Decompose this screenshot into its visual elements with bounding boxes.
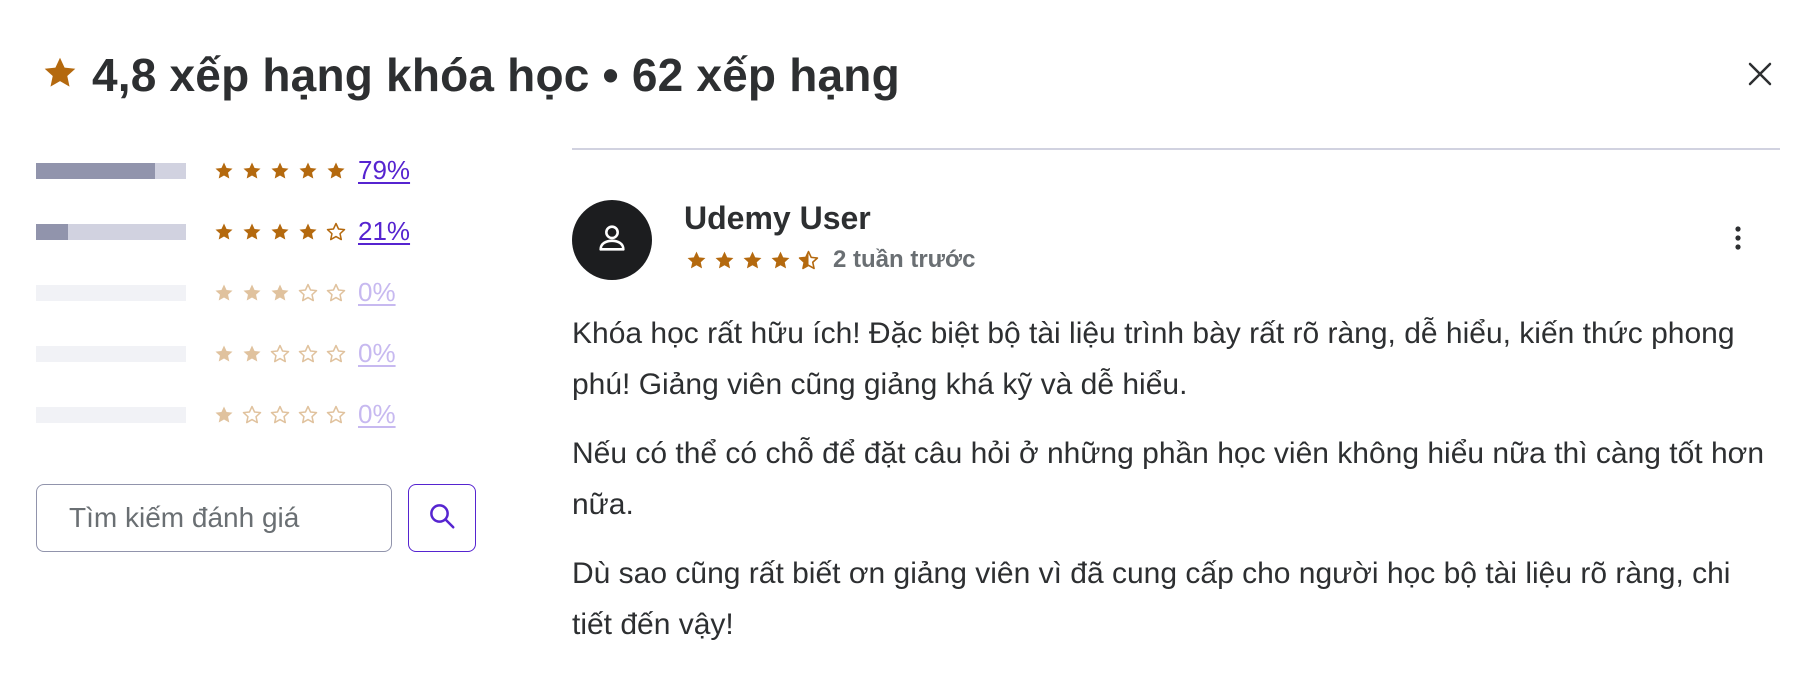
review-star-rating xyxy=(686,250,819,271)
reviews-modal: 4,8 xếp hạng khóa học • 62 xếp hạng 79% … xyxy=(0,0,1806,682)
search-icon xyxy=(427,501,457,536)
review-search xyxy=(36,484,476,552)
star-filled-icon xyxy=(270,222,290,242)
star-filled-icon xyxy=(242,344,262,364)
more-options-button[interactable] xyxy=(1718,220,1758,260)
reviewer-name: Udemy User xyxy=(684,200,871,236)
review-body: Khóa học rất hữu ích! Đặc biệt bộ tài li… xyxy=(572,308,1772,668)
close-icon xyxy=(1745,59,1775,94)
star-rating xyxy=(214,222,346,242)
star-outline-icon xyxy=(326,344,346,364)
rating-percent-link[interactable]: 79% xyxy=(358,155,410,186)
star-outline-icon xyxy=(298,283,318,303)
review-paragraph: Dù sao cũng rất biết ơn giảng viên vì đã… xyxy=(572,557,1731,641)
rating-bar xyxy=(36,406,186,423)
star-filled-icon xyxy=(242,283,262,303)
star-outline-icon xyxy=(270,344,290,364)
rating-bar xyxy=(36,345,186,362)
star-rating xyxy=(214,283,346,303)
star-filled-icon xyxy=(214,222,234,242)
star-filled-icon xyxy=(742,250,763,271)
star-outline-icon xyxy=(326,405,346,425)
rating-percent-link[interactable]: 0% xyxy=(358,277,396,308)
close-button[interactable] xyxy=(1740,56,1780,96)
star-filled-icon xyxy=(214,161,234,181)
modal-title: 4,8 xếp hạng khóa học • 62 xếp hạng xyxy=(92,49,900,101)
star-outline-icon xyxy=(242,405,262,425)
user-icon xyxy=(595,221,629,260)
rating-bar-fill xyxy=(36,223,68,240)
rating-row-5[interactable]: 79% xyxy=(36,140,496,201)
star-filled-icon xyxy=(326,161,346,181)
star-filled-icon xyxy=(270,283,290,303)
rating-row-2[interactable]: 0% xyxy=(36,323,496,384)
rating-percent-link[interactable]: 0% xyxy=(358,399,396,430)
review-paragraph: Khóa học rất hữu ích! Đặc biệt bộ tài li… xyxy=(572,317,1735,401)
review-meta: 2 tuần trước xyxy=(686,246,975,274)
search-button[interactable] xyxy=(408,484,476,552)
rating-row-1[interactable]: 0% xyxy=(36,384,496,445)
star-filled-icon xyxy=(270,161,290,181)
star-filled-icon xyxy=(214,405,234,425)
rating-row-3[interactable]: 0% xyxy=(36,262,496,323)
more-vertical-icon xyxy=(1734,225,1742,256)
star-outline-icon xyxy=(298,405,318,425)
review-list: Udemy User 2 tuần trước Khóa học rất hữu… xyxy=(572,148,1780,641)
rating-bar xyxy=(36,223,186,240)
star-filled-icon xyxy=(214,344,234,364)
rating-bar-fill xyxy=(36,162,155,179)
avatar xyxy=(572,200,652,280)
star-icon xyxy=(42,55,92,96)
star-outline-icon xyxy=(298,344,318,364)
star-filled-icon xyxy=(214,283,234,303)
star-half-icon xyxy=(798,250,819,271)
rating-percent-link[interactable]: 21% xyxy=(358,216,410,247)
star-rating xyxy=(214,405,346,425)
search-input[interactable] xyxy=(36,484,392,552)
star-rating xyxy=(214,344,346,364)
star-outline-icon xyxy=(326,283,346,303)
star-filled-icon xyxy=(714,250,735,271)
star-filled-icon xyxy=(298,222,318,242)
star-filled-icon xyxy=(298,161,318,181)
modal-header: 4,8 xếp hạng khóa học • 62 xếp hạng xyxy=(42,40,900,110)
rating-breakdown: 79% 21% 0% 0% 0% xyxy=(36,140,496,445)
star-outline-icon xyxy=(326,222,346,242)
review-header: Udemy User 2 tuần trước xyxy=(572,150,1780,280)
review-time: 2 tuần trước xyxy=(833,246,976,273)
rating-bar xyxy=(36,162,186,179)
star-outline-icon xyxy=(270,405,290,425)
rating-percent-link[interactable]: 0% xyxy=(358,338,396,369)
star-filled-icon xyxy=(242,222,262,242)
star-filled-icon xyxy=(686,250,707,271)
star-filled-icon xyxy=(770,250,791,271)
star-rating xyxy=(214,161,346,181)
rating-row-4[interactable]: 21% xyxy=(36,201,496,262)
rating-bar xyxy=(36,284,186,301)
review-paragraph: Nếu có thể có chỗ để đặt câu hỏi ở những… xyxy=(572,437,1765,521)
star-filled-icon xyxy=(242,161,262,181)
